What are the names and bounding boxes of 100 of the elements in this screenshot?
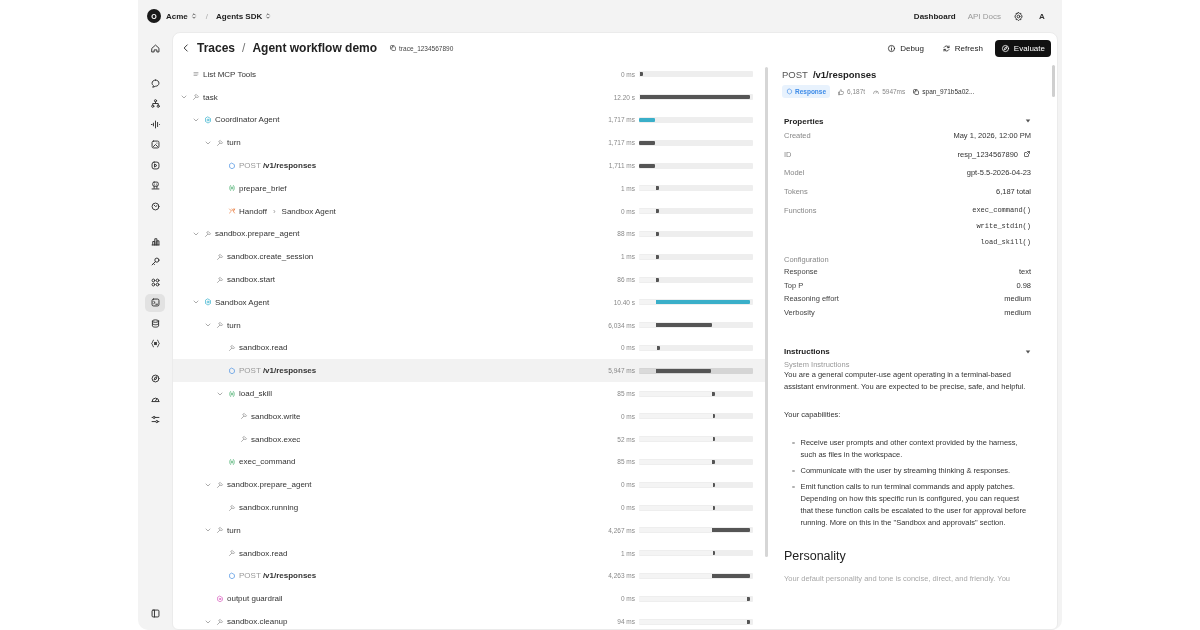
wrench-icon	[240, 435, 248, 444]
waveform-icon	[149, 118, 161, 130]
wrench-icon	[216, 252, 224, 261]
refresh-button[interactable]: Refresh	[935, 39, 989, 57]
wrench-icon	[216, 617, 224, 626]
wrench-icon	[228, 343, 236, 352]
back-icon	[181, 43, 191, 53]
breadcrumb-separator: /	[205, 11, 209, 21]
hexagon-icon	[228, 571, 236, 580]
span-name: task	[203, 92, 218, 102]
scrollbar[interactable]	[765, 67, 768, 557]
wrench-icon	[216, 138, 224, 147]
nav-link[interactable]: Dashboard	[913, 11, 956, 21]
request-method: POST	[782, 69, 808, 80]
hierarchy-icon	[149, 98, 161, 109]
refresh-icon	[941, 43, 951, 53]
org-switcher[interactable]: Acme	[166, 11, 198, 21]
compass-icon	[149, 373, 161, 384]
span-name: exec_command	[239, 457, 296, 467]
span-target: Sandbox Agent	[281, 206, 336, 216]
span-name: turn	[227, 138, 241, 148]
span-name: sandbox.prepare_agent	[215, 229, 300, 239]
key-icon	[149, 256, 161, 267]
span-name: turn	[227, 320, 241, 330]
span-name: Handoff	[239, 206, 267, 216]
wrench-icon	[216, 526, 224, 535]
thumbs-up-icon	[837, 87, 846, 96]
breadcrumb-separator: /	[242, 41, 246, 55]
span-name: sandbox.exec	[251, 434, 301, 444]
gauge-icon	[872, 87, 881, 96]
caret-icon[interactable]	[1025, 348, 1031, 355]
play-icon	[149, 159, 161, 171]
panel-icon	[149, 607, 161, 619]
clock-icon	[149, 200, 161, 212]
settings-icon	[1013, 10, 1024, 22]
chat-icon	[149, 77, 161, 89]
span-name: sandbox.create_session	[227, 252, 314, 262]
span-name: turn	[227, 525, 241, 535]
terminal-button[interactable]	[145, 293, 165, 312]
span-name: sandbox.write	[251, 411, 301, 421]
span-name: sandbox.read	[239, 343, 288, 353]
scrollbar[interactable]	[1052, 65, 1055, 97]
wrench-icon	[216, 321, 224, 330]
bullet-icon	[792, 441, 795, 445]
list-icon	[192, 70, 200, 79]
span-name: output guardrail	[227, 594, 283, 604]
function-icon	[228, 184, 236, 193]
bullet-icon	[792, 469, 795, 473]
updown-icon	[264, 12, 273, 20]
updown-icon	[189, 12, 198, 20]
span-name: Coordinator Agent	[215, 115, 280, 125]
request-path: /v1/responses	[812, 69, 877, 80]
hexagon-icon	[204, 298, 212, 307]
handoff-icon	[228, 207, 236, 216]
hexagon-icon	[204, 116, 212, 124]
section-title: Instructions	[784, 347, 830, 357]
shield-icon	[216, 594, 224, 603]
span-name: load_skill	[239, 389, 272, 399]
hexagon-icon	[228, 161, 236, 170]
user-avatar[interactable]: A	[1034, 8, 1050, 24]
breadcrumb-link[interactable]: Traces	[197, 41, 236, 55]
hexagon-icon	[228, 366, 236, 375]
function-icon	[228, 457, 236, 466]
section-title: Properties	[784, 116, 824, 126]
hexagon-icon	[786, 88, 793, 95]
span-name: sandbox.running	[239, 503, 299, 513]
external-link-icon	[1023, 150, 1031, 159]
sliders-icon	[149, 414, 161, 425]
function-icon	[228, 389, 236, 398]
robot-icon	[149, 180, 161, 191]
wrench-icon	[216, 480, 224, 489]
debug-button[interactable]: Debug	[881, 39, 930, 57]
info-icon	[887, 43, 897, 53]
span-name: prepare_brief	[239, 183, 287, 193]
command-icon	[149, 276, 161, 288]
copy-icon	[389, 44, 398, 52]
terminal-icon	[149, 297, 161, 308]
wrench-icon	[216, 275, 224, 284]
span-name: sandbox.prepare_agent	[227, 480, 312, 490]
instructions-heading: Personality	[784, 548, 847, 563]
wrench-icon	[228, 549, 236, 558]
span-name: POST /v1/responses	[239, 366, 317, 376]
span-name: Sandbox Agent	[215, 297, 270, 307]
arrow-separator: ›	[272, 206, 276, 216]
span-name: List MCP Tools	[203, 69, 257, 79]
caret-icon[interactable]	[1025, 118, 1031, 124]
database-icon	[149, 317, 161, 329]
wrench-icon	[240, 412, 248, 421]
span-name: POST /v1/responses	[239, 161, 317, 171]
bullet-icon	[792, 485, 795, 489]
braces-icon	[149, 338, 161, 349]
wrench-icon	[228, 503, 236, 512]
back-button[interactable]	[181, 43, 191, 53]
span-name: sandbox.start	[227, 275, 276, 285]
wrench-icon	[192, 93, 200, 102]
image-icon	[149, 139, 161, 150]
span-name: POST /v1/responses	[239, 571, 317, 581]
evaluate-button[interactable]: Evaluate	[994, 39, 1051, 57]
project-switcher[interactable]: Agents SDK	[216, 11, 273, 21]
compass-icon	[1000, 43, 1010, 53]
